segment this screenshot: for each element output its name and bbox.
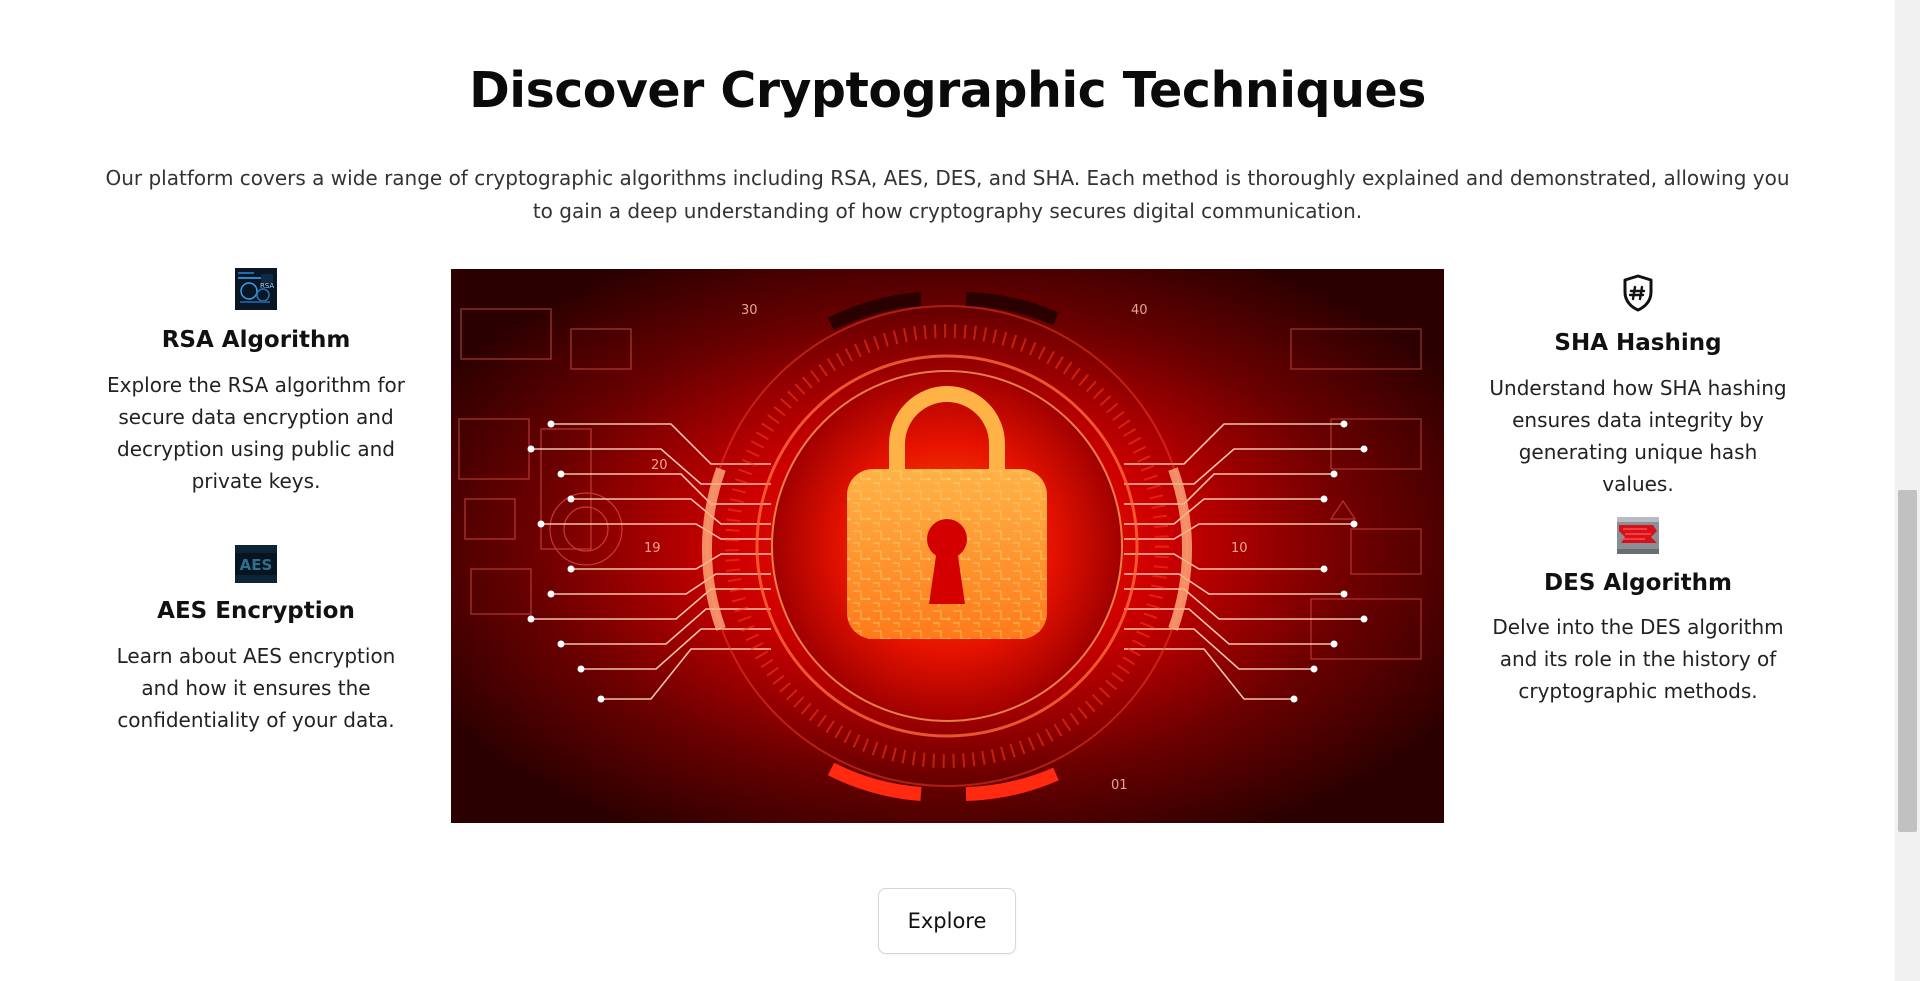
dial-number-40: 40 <box>1131 303 1148 318</box>
feature-rsa-title: RSA Algorithm <box>161 327 351 353</box>
section-title: Discover Cryptographic Techniques <box>469 62 1426 119</box>
feature-rsa-description: Explore the RSA algorithm for secure dat… <box>107 373 405 493</box>
dial-number-01: 01 <box>1111 778 1128 793</box>
des-thumbnail <box>1617 517 1659 554</box>
hero-image: 19 20 30 40 10 01 <box>451 269 1444 823</box>
dial-number-19: 19 <box>644 541 661 556</box>
feature-rsa: RSA RSA Algorithm Explore the RSA algori… <box>106 268 406 497</box>
rsa-thumbnail: RSA <box>235 268 277 310</box>
explore-button[interactable]: Explore <box>878 888 1016 954</box>
feature-aes-description: Learn about AES encryption and how it en… <box>116 644 396 732</box>
section-intro: Our platform covers a wide range of cryp… <box>105 166 1790 223</box>
feature-des: DES Algorithm Delve into the DES algorit… <box>1488 517 1788 707</box>
dial-number-10: 10 <box>1231 541 1248 556</box>
svg-text:RSA: RSA <box>260 282 274 290</box>
padlock-circuit-illustration: 19 20 30 40 10 01 <box>451 269 1444 823</box>
feature-des-description: Delve into the DES algorithm and its rol… <box>1492 615 1784 703</box>
dial-number-20: 20 <box>651 458 668 473</box>
aes-thumbnail-text: AES <box>240 556 273 574</box>
feature-des-title: DES Algorithm <box>1544 570 1732 596</box>
feature-aes: AES AES Encryption Learn about AES encry… <box>106 545 406 736</box>
vertical-scrollbar[interactable] <box>1895 0 1920 981</box>
page: Discover Cryptographic Techniques Our pl… <box>0 0 1895 981</box>
feature-sha: SHA Hashing Understand how SHA hashing e… <box>1488 272 1788 500</box>
feature-sha-title: SHA Hashing <box>1554 330 1722 356</box>
shield-hash-icon <box>1623 274 1653 312</box>
feature-aes-title: AES Encryption <box>157 598 355 624</box>
feature-sha-description: Understand how SHA hashing ensures data … <box>1489 376 1787 496</box>
aes-thumbnail: AES <box>235 545 277 583</box>
dial-number-30: 30 <box>741 303 758 318</box>
scrollbar-thumb[interactable] <box>1898 490 1917 832</box>
